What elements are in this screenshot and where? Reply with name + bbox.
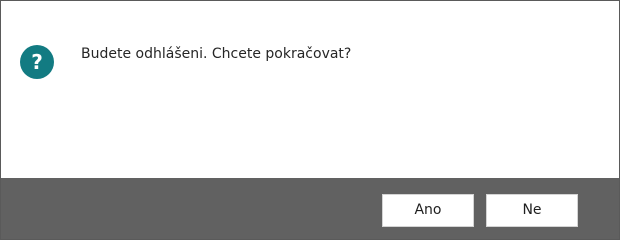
dialog-content: ? Budete odhlášeni. Chcete pokračovat?: [1, 1, 619, 178]
question-icon: ?: [20, 45, 54, 79]
dialog-message: Budete odhlášeni. Chcete pokračovat?: [81, 46, 352, 62]
yes-button[interactable]: Ano: [382, 194, 474, 227]
confirm-dialog: ? Budete odhlášeni. Chcete pokračovat? A…: [0, 0, 620, 240]
dialog-footer: Ano Ne: [1, 178, 619, 239]
no-button[interactable]: Ne: [486, 194, 578, 227]
